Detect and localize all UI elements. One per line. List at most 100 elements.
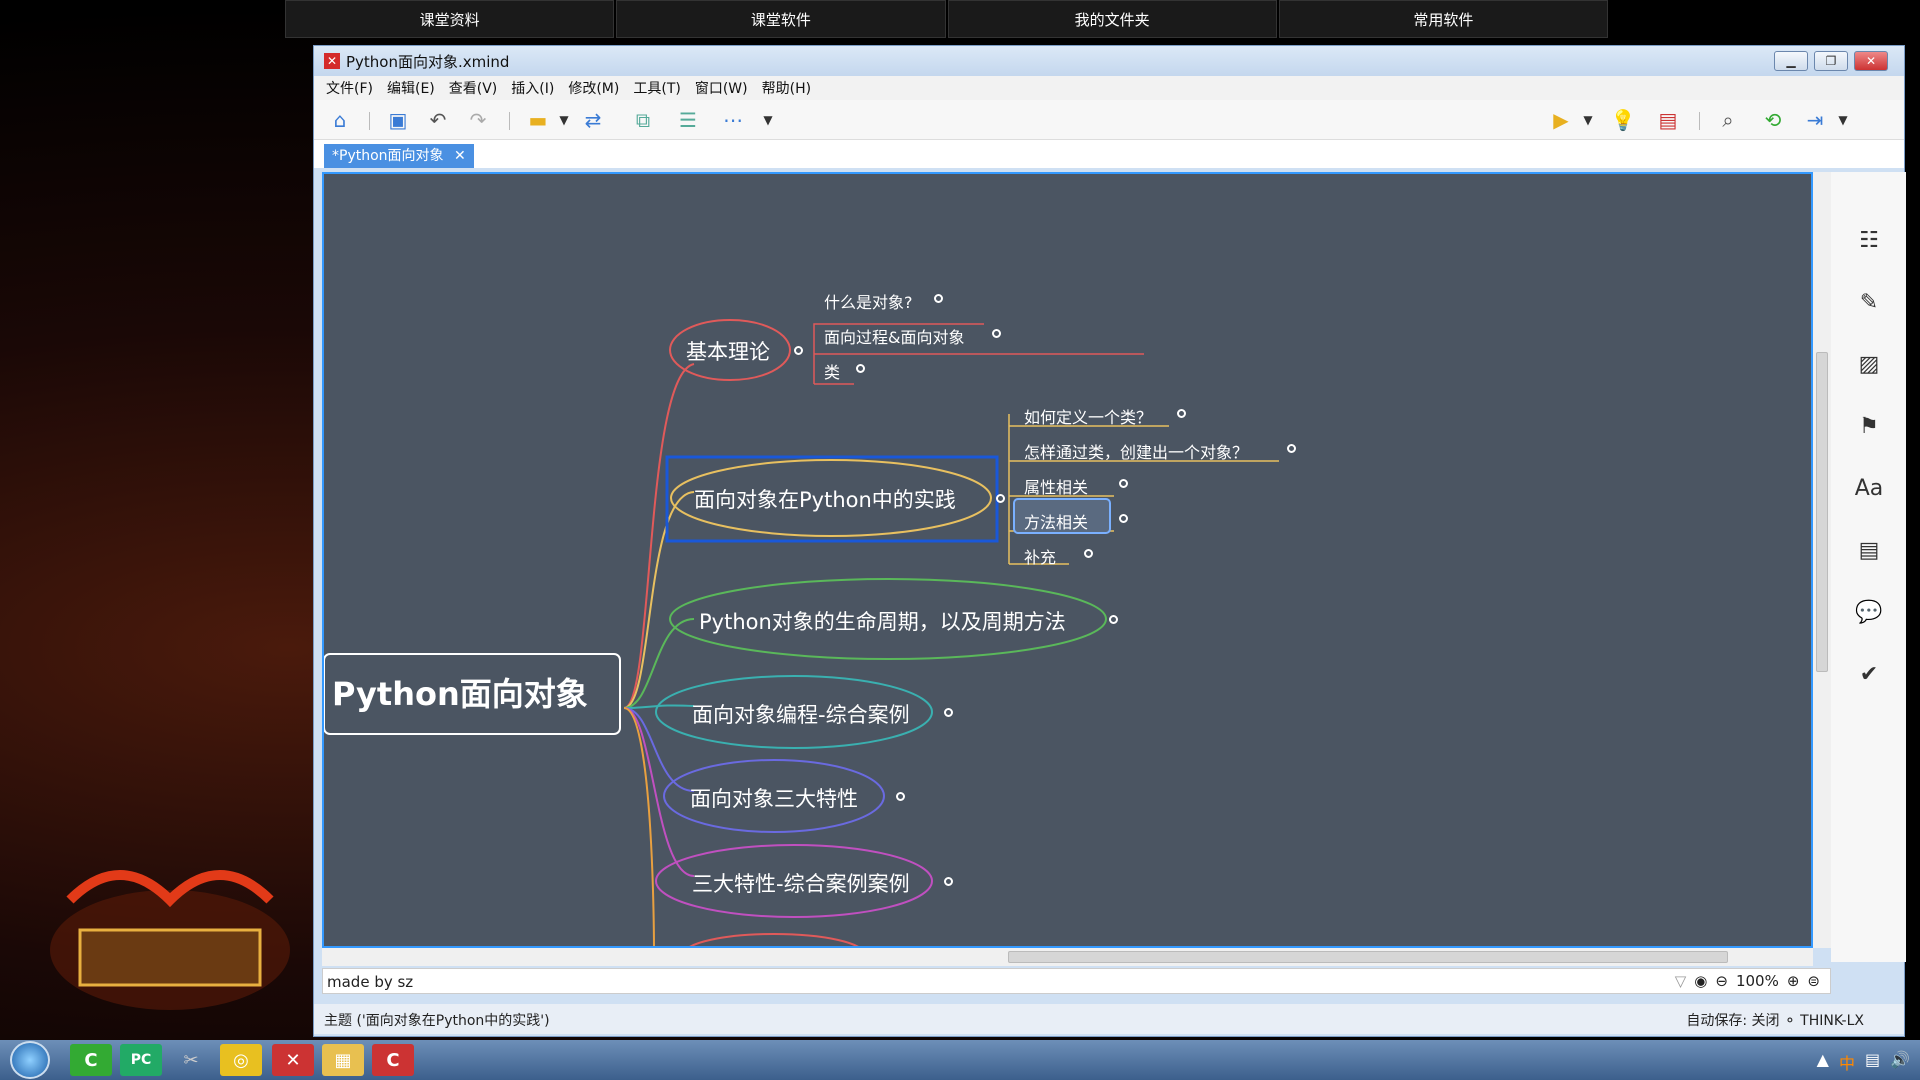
home-icon[interactable]: ⌂ — [326, 106, 354, 134]
summary-icon[interactable]: ☰ — [674, 106, 702, 134]
subtopic-define-class[interactable]: 如何定义一个类？ — [1024, 404, 1152, 428]
presentation-icon[interactable]: ▶ — [1547, 106, 1575, 134]
taskbar-tool-icon[interactable]: ✂ — [170, 1044, 212, 1076]
subtopic-supplement[interactable]: 补充 — [1024, 544, 1056, 568]
separator — [369, 112, 370, 130]
collapse-dot[interactable] — [934, 294, 943, 303]
notes-icon[interactable]: ▤ — [1853, 534, 1885, 566]
footer-text: made by sz — [327, 973, 414, 991]
zoom-fit-icon[interactable]: ⊜ — [1807, 972, 1820, 990]
tray-network-icon[interactable]: ▤ — [1865, 1050, 1880, 1074]
shortcut-course-software[interactable]: 课堂软件 — [616, 0, 946, 38]
maximize-button[interactable]: ❐ — [1814, 51, 1848, 71]
start-button[interactable] — [10, 1041, 50, 1079]
tray-input-icon[interactable]: 中 — [1839, 1050, 1855, 1074]
topic-oop-case[interactable]: 面向对象编程-综合案例 — [692, 699, 910, 729]
comment-icon[interactable]: 💬 — [1853, 596, 1885, 628]
shortcut-common-software[interactable]: 常用软件 — [1278, 0, 1608, 38]
title-bar[interactable]: ✕ Python面向对象.xmind ▁ ❐ ✕ — [314, 46, 1904, 76]
lightbulb-icon[interactable]: 💡 — [1609, 106, 1637, 134]
collapse-dot[interactable] — [1109, 615, 1118, 624]
collapse-dot[interactable] — [1177, 409, 1186, 418]
subtopic-attributes[interactable]: 属性相关 — [1024, 474, 1088, 498]
image-icon[interactable]: ▨ — [1853, 348, 1885, 380]
collapse-dot[interactable] — [992, 329, 1001, 338]
menu-file[interactable]: 文件(F) — [326, 78, 373, 98]
horizontal-scrollbar[interactable] — [322, 948, 1813, 966]
menu-help[interactable]: 帮助(H) — [762, 78, 811, 98]
collapse-dot[interactable] — [856, 364, 865, 373]
subtopic-create-object[interactable]: 怎样通过类，创建出一个对象？ — [1024, 439, 1248, 463]
topic-three-features[interactable]: 面向对象三大特性 — [690, 783, 858, 813]
collapse-dot[interactable] — [794, 346, 803, 355]
close-icon[interactable]: ✕ — [454, 148, 466, 164]
subtopic-class[interactable]: 类 — [824, 359, 840, 383]
menu-view[interactable]: 查看(V) — [449, 78, 498, 98]
collapse-dot[interactable] — [1084, 549, 1093, 558]
subtopic-what-is-object[interactable]: 什么是对象? — [824, 289, 913, 313]
zoom-out-icon[interactable]: ⊖ — [1715, 972, 1728, 990]
tab-python-oop[interactable]: *Python面向对象 ✕ — [324, 144, 474, 168]
collapse-dot[interactable] — [944, 877, 953, 886]
collapse-dot[interactable] — [1119, 479, 1128, 488]
search-icon[interactable]: ⌕ — [1714, 106, 1742, 134]
taskbar-pycharm-icon[interactable]: PC — [120, 1044, 162, 1076]
taskbar-chrome-icon[interactable]: ◎ — [220, 1044, 262, 1076]
chevron-down-icon[interactable]: ▼ — [550, 106, 578, 134]
topic-basic-theory[interactable]: 基本理论 — [686, 336, 770, 366]
root-topic[interactable]: Python面向对象 — [332, 669, 588, 715]
filter-icon[interactable]: ▽ — [1675, 972, 1687, 990]
format-brush-icon[interactable]: ✎ — [1853, 286, 1885, 318]
collapse-dot[interactable] — [1119, 514, 1128, 523]
shortcut-my-folder[interactable]: 我的文件夹 — [947, 0, 1277, 38]
task-icon[interactable]: ✔ — [1853, 658, 1885, 690]
collapse-dot[interactable] — [996, 494, 1005, 503]
topic-object-lifecycle[interactable]: Python对象的生命周期，以及周期方法 — [699, 606, 1066, 636]
boundary-icon[interactable]: ⧉ — [629, 106, 657, 134]
close-button[interactable]: ✕ — [1854, 51, 1888, 71]
vertical-scrollbar[interactable] — [1813, 172, 1831, 948]
gantt-icon[interactable]: ▤ — [1654, 106, 1682, 134]
subtopic-methods[interactable]: 方法相关 — [1024, 509, 1088, 533]
minimize-button[interactable]: ▁ — [1774, 51, 1808, 71]
menu-insert[interactable]: 插入(I) — [511, 78, 554, 98]
tray-volume-icon[interactable]: 🔊 — [1890, 1050, 1910, 1074]
save-icon[interactable]: ▣ — [384, 106, 412, 134]
chevron-down-icon[interactable]: ▼ — [1829, 106, 1857, 134]
subtopic-procedural-vs-oop[interactable]: 面向过程&面向对象 — [824, 324, 964, 348]
xmind-window: ✕ Python面向对象.xmind ▁ ❐ ✕ 文件(F) 编辑(E) 查看(… — [313, 45, 1906, 1037]
menu-tools[interactable]: 工具(T) — [633, 78, 680, 98]
chevron-down-icon[interactable]: ▼ — [754, 106, 782, 134]
export-icon[interactable]: ⇥ — [1801, 106, 1829, 134]
horizontal-scroll-thumb[interactable] — [1008, 951, 1728, 963]
zoom-in-icon[interactable]: ⊕ — [1787, 972, 1800, 990]
marker-flag-icon[interactable]: ⚑ — [1853, 410, 1885, 442]
menu-edit[interactable]: 编辑(E) — [387, 78, 435, 98]
taskbar-xmind-icon[interactable]: ✕ — [272, 1044, 314, 1076]
taskbar-app-c2[interactable]: C — [372, 1044, 414, 1076]
collapse-dot[interactable] — [1287, 444, 1296, 453]
menu-modify[interactable]: 修改(M) — [568, 78, 619, 98]
more-icon[interactable]: ⋯ — [719, 106, 747, 134]
outline-icon[interactable]: ☷ — [1853, 224, 1885, 256]
topic-icon[interactable]: ▬ — [524, 106, 552, 134]
taskbar-app-c[interactable]: C — [70, 1044, 112, 1076]
menu-window[interactable]: 窗口(W) — [695, 78, 748, 98]
collapse-dot[interactable] — [896, 792, 905, 801]
share-icon[interactable]: ⟲ — [1759, 106, 1787, 134]
collapse-dot[interactable] — [944, 708, 953, 717]
chevron-down-icon[interactable]: ▼ — [1574, 106, 1602, 134]
taskbar: C PC ✂ ◎ ✕ ▦ C ▲ 中 ▤ 🔊 — [0, 1040, 1920, 1080]
tray-up-icon[interactable]: ▲ — [1817, 1050, 1829, 1074]
undo-icon[interactable]: ↶ — [424, 106, 452, 134]
redo-icon[interactable]: ↷ — [464, 106, 492, 134]
eye-icon[interactable]: ◉ — [1694, 972, 1707, 990]
font-icon[interactable]: Aa — [1853, 472, 1885, 504]
topic-features-case[interactable]: 三大特性-综合案例案例 — [692, 868, 910, 898]
shortcut-course-material[interactable]: 课堂资料 — [285, 0, 615, 38]
relationship-icon[interactable]: ⇄ — [579, 106, 607, 134]
topic-oop-in-python[interactable]: 面向对象在Python中的实践 — [694, 484, 956, 514]
taskbar-notes-icon[interactable]: ▦ — [322, 1044, 364, 1076]
mindmap-canvas[interactable]: Python面向对象 基本理论 什么是对象? 面向过程&面向对象 类 面向对象在… — [322, 172, 1813, 948]
vertical-scroll-thumb[interactable] — [1816, 352, 1828, 672]
